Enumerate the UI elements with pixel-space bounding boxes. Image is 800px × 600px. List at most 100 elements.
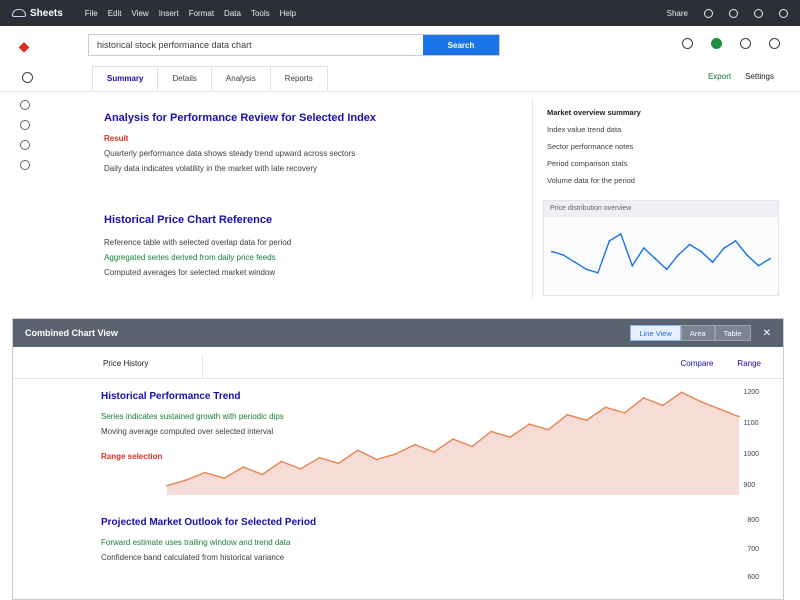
search-box: Search bbox=[88, 34, 500, 56]
tab-details[interactable]: Details bbox=[157, 66, 212, 90]
y-tick-label: 1100 bbox=[743, 420, 759, 427]
menu-help[interactable]: Help bbox=[280, 9, 296, 18]
result-snippet: Result bbox=[104, 134, 504, 143]
history-icon[interactable] bbox=[20, 100, 30, 110]
bookmark-icon[interactable] bbox=[20, 120, 30, 130]
data-point bbox=[574, 261, 576, 264]
data-point bbox=[596, 271, 599, 274]
side-panel: Market overview summary Index value tren… bbox=[532, 98, 780, 298]
menu-view[interactable]: View bbox=[131, 9, 148, 18]
data-point bbox=[604, 406, 607, 409]
mini-chart[interactable]: Price distribution overview bbox=[543, 200, 779, 296]
tab-row: Summary Details Analysis Reports Export … bbox=[0, 64, 800, 92]
search-row: ◆ Search bbox=[0, 26, 800, 66]
view-icon[interactable] bbox=[740, 38, 751, 49]
home-icon[interactable]: ◆ bbox=[16, 38, 32, 54]
data-point bbox=[680, 391, 683, 394]
sub-title: Price History bbox=[103, 355, 203, 379]
data-point bbox=[166, 484, 168, 487]
data-point bbox=[528, 423, 531, 425]
data-point bbox=[642, 247, 645, 249]
data-point bbox=[757, 264, 760, 267]
search-input[interactable] bbox=[89, 35, 423, 55]
chart-result-item: Historical Performance Trend Series indi… bbox=[101, 391, 501, 461]
compare-link[interactable]: Compare bbox=[681, 359, 714, 368]
result-url[interactable]: Aggregated series derived from daily pri… bbox=[104, 253, 504, 262]
menu-icon[interactable] bbox=[22, 72, 33, 83]
result-title[interactable]: Analysis for Performance Review for Sele… bbox=[104, 112, 504, 124]
status-icon[interactable] bbox=[711, 38, 722, 49]
info-icon[interactable] bbox=[769, 38, 780, 49]
top-toolbar: Sheets File Edit View Insert Format Data… bbox=[0, 0, 800, 26]
data-point bbox=[719, 408, 721, 411]
menu-insert[interactable]: Insert bbox=[159, 9, 179, 18]
data-point bbox=[585, 268, 588, 271]
result-title[interactable]: Historical Price Chart Reference bbox=[104, 214, 504, 226]
panel-line: Period comparison stats bbox=[547, 159, 628, 168]
panel-line: Volume data for the period bbox=[547, 176, 635, 185]
panel-line: Index value trend data bbox=[547, 125, 622, 134]
chart-result-line: Forward estimate uses trailing window an… bbox=[101, 538, 291, 547]
range-link[interactable]: Range bbox=[737, 359, 761, 368]
data-point bbox=[204, 471, 207, 474]
data-point bbox=[631, 264, 634, 267]
data-point bbox=[223, 477, 226, 480]
data-point bbox=[642, 397, 645, 399]
line-view-button[interactable]: Line View bbox=[630, 325, 681, 341]
tab-summary[interactable]: Summary bbox=[92, 66, 159, 90]
search-tools bbox=[682, 38, 780, 49]
y-tick-label: 1200 bbox=[743, 389, 759, 396]
tab-strip: Summary Details Analysis Reports bbox=[92, 66, 328, 90]
data-point bbox=[547, 428, 550, 431]
result-line: Reference table with selected overlap da… bbox=[104, 238, 292, 247]
notifications-icon[interactable] bbox=[704, 8, 713, 18]
data-point bbox=[509, 436, 512, 439]
y-tick-label: 800 bbox=[747, 517, 759, 524]
account-icon[interactable] bbox=[779, 8, 788, 18]
chart-result-title[interactable]: Projected Market Outlook for Selected Pe… bbox=[101, 517, 501, 528]
y-tick-label: 900 bbox=[743, 482, 756, 489]
result-badge: Result bbox=[104, 134, 129, 143]
data-point bbox=[623, 411, 626, 414]
result-line: Quarterly performance data shows steady … bbox=[104, 149, 356, 158]
data-point bbox=[261, 473, 264, 476]
result-item: Historical Price Chart Reference Referen… bbox=[104, 214, 504, 277]
chart-subheader: Price History Compare Range bbox=[13, 347, 783, 379]
data-point bbox=[337, 462, 340, 465]
data-point bbox=[746, 254, 748, 257]
data-point bbox=[677, 254, 680, 257]
topbar-actions: Share bbox=[667, 8, 788, 18]
y-tick-label: 1000 bbox=[743, 451, 759, 458]
data-point bbox=[654, 257, 657, 260]
menu-file[interactable]: File bbox=[85, 9, 98, 18]
result-line: Daily data indicates volatility in the m… bbox=[104, 164, 317, 173]
area-view-button[interactable]: Area bbox=[680, 325, 715, 341]
share-link[interactable]: Share bbox=[667, 9, 688, 18]
tab-reports[interactable]: Reports bbox=[269, 66, 328, 90]
data-point bbox=[688, 243, 691, 246]
app-logo[interactable]: Sheets bbox=[12, 8, 63, 19]
chart-result-line: Moving average computed over selected in… bbox=[101, 427, 274, 436]
menu-edit[interactable]: Edit bbox=[108, 9, 122, 18]
menu-data[interactable]: Data bbox=[224, 9, 241, 18]
chart-result-title[interactable]: Historical Performance Trend bbox=[101, 391, 501, 402]
close-icon[interactable]: ✕ bbox=[763, 328, 771, 339]
menu-tools[interactable]: Tools bbox=[251, 9, 270, 18]
menu-format[interactable]: Format bbox=[189, 9, 214, 18]
tab-analysis[interactable]: Analysis bbox=[210, 66, 271, 90]
sub-links: Compare Range bbox=[681, 359, 761, 368]
panel-line: Sector performance notes bbox=[547, 142, 634, 151]
table-view-button[interactable]: Table bbox=[714, 325, 751, 341]
apps-icon[interactable] bbox=[754, 8, 763, 18]
settings-icon[interactable] bbox=[729, 8, 738, 18]
logo-icon bbox=[12, 9, 26, 17]
search-button[interactable]: Search bbox=[423, 35, 499, 55]
refresh-icon[interactable] bbox=[682, 38, 693, 49]
export-link[interactable]: Export bbox=[708, 72, 731, 81]
settings-link[interactable]: Settings bbox=[745, 72, 774, 81]
mail-icon[interactable] bbox=[20, 140, 30, 150]
range-label[interactable]: Range selection bbox=[101, 452, 501, 461]
folder-icon[interactable] bbox=[20, 160, 30, 170]
menu-bar: File Edit View Insert Format Data Tools … bbox=[85, 9, 296, 18]
y-axis-labels-lower: 800 700 600 bbox=[747, 517, 759, 581]
